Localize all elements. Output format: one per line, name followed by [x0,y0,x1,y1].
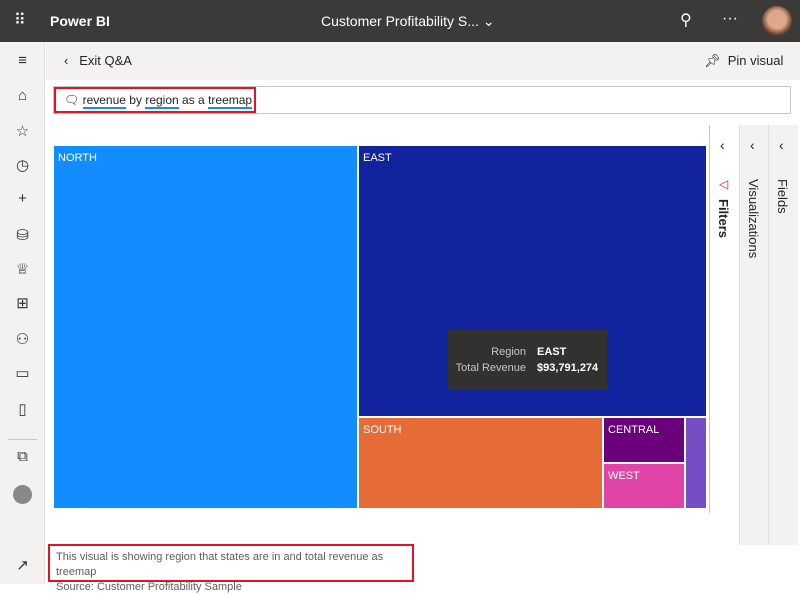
report-title-dropdown[interactable]: Customer Profitability S... ⌄ [321,13,495,30]
avatar[interactable] [762,6,792,36]
tooltip-value: EAST [537,346,567,358]
chevron-left-icon[interactable]: ‹ [750,137,755,153]
qa-header: ‹ Exit Q&A 📌︎ Pin visual [46,42,800,80]
tile-label: SOUTH [363,424,402,436]
star-icon[interactable]: ☆ [0,122,45,140]
filters-label: Filters [716,199,731,239]
tile-label: NORTH [58,152,97,164]
plus-icon[interactable]: + [0,190,45,207]
workspaces-icon[interactable]: ⧉ [0,448,45,465]
qa-input[interactable]: 🗨︎ revenue by region as a treemap [53,86,791,114]
visualizations-label: Visualizations [746,179,761,259]
left-nav: ≡ ⌂ ☆ ◷ + ⛁ ♕ ⊞ ⚇ ▭ ▯ ⧉ ↗ [0,42,45,584]
chevron-down-icon: ⌄ [482,13,495,29]
tile-south[interactable]: SOUTH [359,418,602,508]
exit-qa-button[interactable]: ‹ Exit Q&A [64,53,132,68]
expand-icon[interactable]: ↗ [0,556,45,574]
tile-west[interactable]: WEST [604,464,684,508]
description-text: This visual is showing region that state… [56,551,384,578]
treemap: NORTH EAST SOUTH CENTRAL WEST [54,146,706,508]
hamburger-icon[interactable]: ≡ [0,52,45,69]
shared-icon[interactable]: ⚇ [0,330,45,348]
source-text: Source: Customer Profitability Sample [56,581,242,593]
top-bar: ⠿ Power BI Customer Profitability S... ⌄… [0,0,800,42]
report-title: Customer Profitability S... [321,13,479,29]
tooltip-value: $93,791,274 [537,362,599,374]
tooltip-label: Region [491,346,526,358]
divider [8,439,37,440]
more-icon[interactable]: ··· [722,10,738,28]
qa-word: by [129,93,142,107]
learn-icon[interactable]: ▭ [0,364,45,382]
qa-term: treemap [208,93,253,109]
tile-label: CENTRAL [608,424,660,436]
fields-pane[interactable]: ‹ Fields [768,125,798,545]
exit-label: Exit Q&A [79,53,132,68]
tile-other[interactable] [686,418,706,508]
tile-label: WEST [608,470,640,482]
apps-icon[interactable]: ⊞ [0,294,45,312]
app-title: Power BI [50,13,110,29]
tile-label: EAST [363,152,392,164]
recent-icon[interactable]: ◷ [0,156,45,174]
tile-central[interactable]: CENTRAL [604,418,684,462]
filters-pane[interactable]: ‹ ◁ Filters [710,125,739,545]
app-launcher-icon[interactable]: ⠿ [14,10,26,30]
pin-icon: 📌︎ [704,53,721,68]
filter-icon: ◁ [719,177,729,191]
fields-label: Fields [775,179,790,214]
search-icon[interactable]: ⚲ [680,10,692,30]
book-icon[interactable]: ▯ [0,400,45,418]
visualizations-pane[interactable]: ‹ Visualizations [739,125,768,545]
workspace-avatar-icon[interactable] [13,485,32,504]
qa-term: region [145,93,179,109]
goals-icon[interactable]: ♕ [0,260,45,278]
chevron-left-icon[interactable]: ‹ [779,137,784,153]
home-icon[interactable]: ⌂ [0,87,45,104]
qa-word: as a [182,93,205,107]
chevron-left-icon: ‹ [64,53,69,68]
chevron-left-icon[interactable]: ‹ [720,137,725,153]
datasets-icon[interactable]: ⛁ [0,226,45,244]
pin-visual-button[interactable]: 📌︎ Pin visual [704,53,783,69]
chat-icon: 🗨︎ [64,93,80,107]
tooltip: Region EAST Total Revenue $93,791,274 [448,330,607,390]
pin-label: Pin visual [727,53,784,68]
tooltip-label: Total Revenue [455,362,526,374]
qa-term: revenue [82,93,126,109]
visual-description: This visual is showing region that state… [48,544,414,593]
tile-north[interactable]: NORTH [54,146,357,508]
